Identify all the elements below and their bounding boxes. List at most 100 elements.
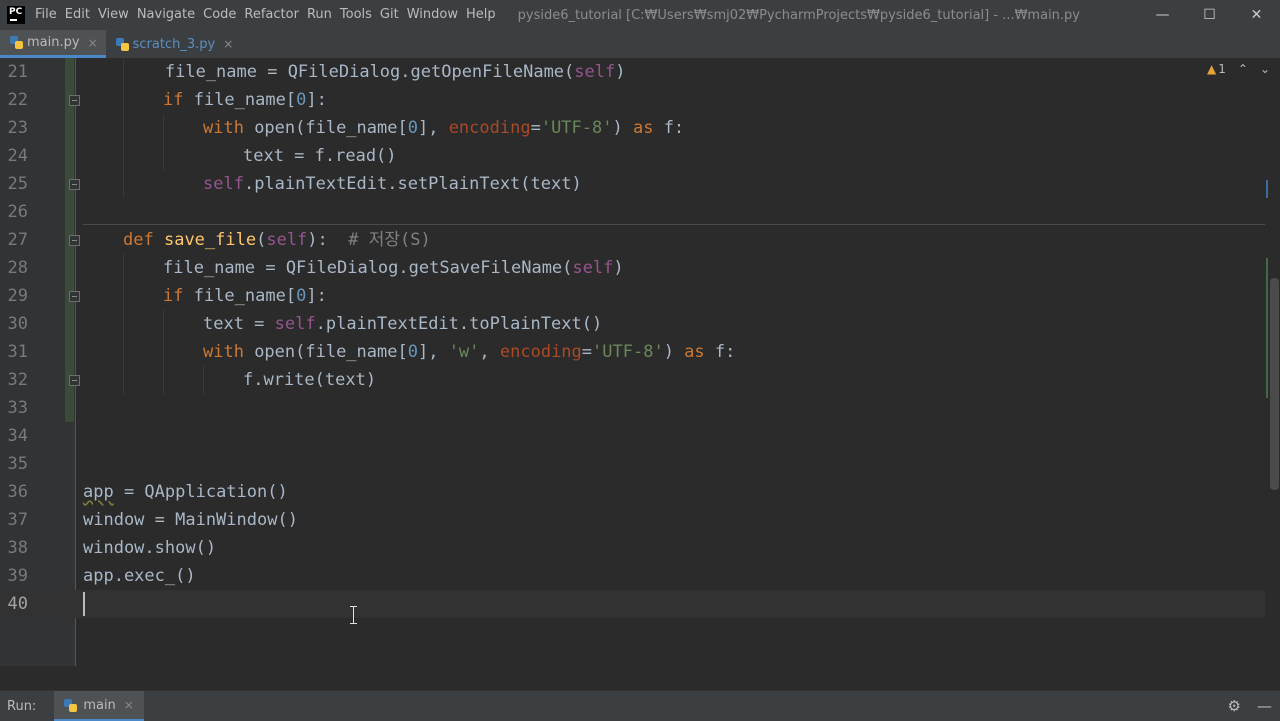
code-text: open(file_name[ [243,118,408,138]
minimize-button[interactable]: — [1139,0,1186,30]
line-number: 24 [7,146,28,166]
code-line: 29 if file_name[0]: [0,282,1265,310]
string-literal: 'UTF-8' [540,118,613,138]
code-text: text = [203,314,275,334]
fold-marker-icon[interactable] [69,375,80,386]
code-line: 23 with open(file_name[0], encoding='UTF… [0,114,1265,142]
code-text: ) [613,258,624,278]
tab-label: main.py [27,35,80,50]
hide-panel-icon[interactable]: — [1257,697,1272,715]
code-text: app.exec_() [83,566,196,586]
code-text: window.show() [83,538,217,558]
code-text: file_name[ [183,90,297,110]
line-number: 40 [7,594,28,614]
keyword-argument: encoding [448,118,531,138]
tab-main-py[interactable]: main.py × [0,30,106,58]
code-line: 28 file_name = QFileDialog.getSaveFileNa… [0,254,1265,282]
menu-code[interactable]: Code [199,0,240,30]
line-number: 38 [7,538,28,558]
menu-view[interactable]: View [94,0,133,30]
line-number: 33 [7,398,28,418]
code-text: f.write(text) [243,370,377,390]
next-highlight-icon[interactable]: ⌄ [1260,62,1270,76]
comment: # 저장(S) [348,230,431,250]
code-line: 38 window.show() [0,534,1265,562]
code-text: .plainTextEdit.toPlainText() [315,314,603,334]
previous-highlight-icon[interactable]: ⌃ [1238,62,1248,76]
keyword-argument: encoding [499,342,582,362]
vertical-scrollbar[interactable] [1270,278,1279,490]
modified-marker[interactable] [1266,180,1268,198]
menu-bar: File Edit View Navigate Code Refactor Ru… [31,0,500,30]
close-tab-icon[interactable]: × [223,37,233,51]
function-name: save_file [163,230,257,250]
menu-window[interactable]: Window [403,0,462,30]
code-line: 33 [0,394,1265,422]
close-run-tab-icon[interactable]: × [124,698,134,712]
code-line: 32 f.write(text) [0,366,1265,394]
keyword: as [684,342,705,362]
code-text: ( [256,230,267,250]
line-number: 26 [7,202,28,222]
code-text: ], [417,118,449,138]
code-text: window = MainWindow() [83,510,298,530]
code-text: file_name[ [183,286,297,306]
keyword: def [123,230,154,250]
self-keyword: self [574,62,616,82]
code-text: ) [612,118,633,138]
menu-navigate[interactable]: Navigate [133,0,199,30]
line-number: 36 [7,482,28,502]
code-text: f: [704,342,736,362]
run-tab-main[interactable]: main × [54,691,144,721]
menu-run[interactable]: Run [303,0,336,30]
menu-edit[interactable]: Edit [61,0,94,30]
menu-help[interactable]: Help [462,0,500,30]
fold-marker-icon[interactable] [69,291,80,302]
inspection-widget[interactable]: ▲ 1 ⌃ ⌄ [1207,62,1270,76]
fold-marker-icon[interactable] [69,235,80,246]
fold-marker-icon[interactable] [69,179,80,190]
mouse-ibeam-cursor-icon [349,606,359,624]
code-text-warning: app [83,482,114,502]
code-line: 21 file_name = QFileDialog.getOpenFileNa… [0,58,1265,86]
number-literal: 0 [296,90,307,110]
line-number: 27 [7,230,28,250]
code-text: file_name = QFileDialog.getSaveFileName( [163,258,573,278]
editor-bottom-spacer [0,666,1280,690]
fold-marker-icon[interactable] [69,95,80,106]
menu-refactor[interactable]: Refactor [240,0,303,30]
code-line: 39 app.exec_() [0,562,1265,590]
code-text: ]: [306,286,327,306]
code-line: 27 def save_file(self): # 저장(S) [0,226,1265,254]
number-literal: 0 [407,342,418,362]
gear-icon[interactable]: ⚙ [1228,697,1241,715]
menu-file[interactable]: File [31,0,61,30]
maximize-button[interactable]: ☐ [1186,0,1233,30]
code-text: text = f.read() [243,146,397,166]
python-scratch-file-icon [115,37,129,51]
menu-tools[interactable]: Tools [336,0,376,30]
run-bar-actions: ⚙ — [1228,691,1272,721]
self-keyword: self [274,314,316,334]
line-number: 35 [7,454,28,474]
line-number: 39 [7,566,28,586]
title-bar: PC File Edit View Navigate Code Refactor… [0,0,1280,30]
keyword: as [632,118,654,138]
python-run-icon [64,698,78,712]
code-text: open(file_name[ [243,342,408,362]
close-window-button[interactable]: ✕ [1233,0,1280,30]
pycharm-logo-icon: PC [7,6,25,24]
menu-git[interactable]: Git [376,0,403,30]
tab-scratch-3-py[interactable]: scratch_3.py × [106,30,242,58]
code-text: ) [615,62,626,82]
warning-icon: ▲ [1207,62,1217,76]
code-editor[interactable]: 21 file_name = QFileDialog.getOpenFileNa… [0,58,1280,666]
line-number: 31 [7,342,28,362]
added-marker[interactable] [1266,258,1268,398]
close-tab-icon[interactable]: × [88,36,98,50]
code-text: file_name = QFileDialog.getOpenFileName( [83,62,575,82]
string-literal: 'w' [448,342,480,362]
line-number: 34 [7,426,28,446]
line-number: 25 [7,174,28,194]
line-number: 22 [7,90,28,110]
